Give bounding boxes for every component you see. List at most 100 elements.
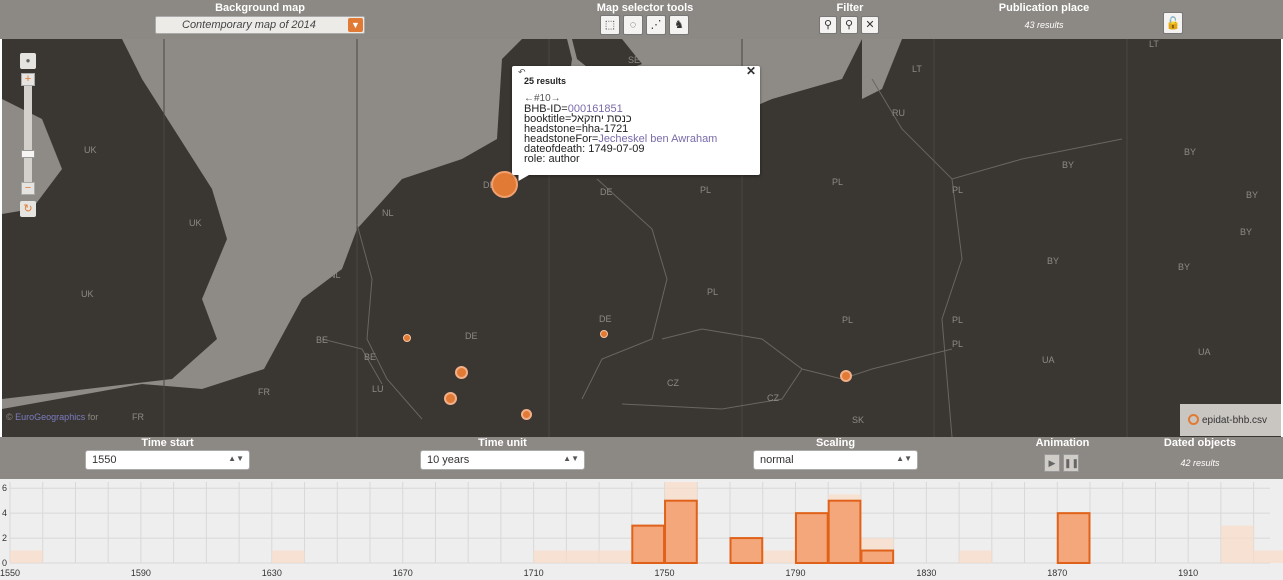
- country-label: BY: [1178, 262, 1191, 272]
- zoom-out-button[interactable]: −: [21, 182, 35, 195]
- timeline-chart[interactable]: 0 2 4 6 1550 1590 1630 1670 1710 1750 1790 1830 1870…: [0, 479, 1283, 580]
- filter-zoom-inverse-button[interactable]: ⚲: [840, 16, 858, 34]
- background-bar[interactable]: [533, 550, 567, 563]
- country-label: NL: [342, 219, 354, 229]
- histogram-bar[interactable]: [729, 537, 764, 564]
- time-start-value: 1550: [92, 454, 117, 466]
- popup-result-count: 25 results: [524, 76, 567, 86]
- rectangle-select-icon: ⬚: [604, 19, 616, 31]
- background-bar[interactable]: [762, 550, 796, 563]
- background-bar[interactable]: [599, 550, 632, 563]
- back-icon[interactable]: ↶: [518, 67, 526, 77]
- x-tick-label: 1550: [0, 568, 20, 578]
- zoom-home-button[interactable]: ●: [20, 53, 36, 69]
- map-marker[interactable]: [403, 334, 411, 342]
- pause-icon: ❚❚: [1064, 458, 1080, 468]
- layer-legend[interactable]: epidat-bhb.csv: [1180, 404, 1281, 436]
- country-label: SK: [852, 415, 865, 425]
- zoom-slider-handle[interactable]: [21, 150, 35, 158]
- time-unit-title: Time unit: [478, 437, 527, 449]
- circle-icon: [1188, 414, 1199, 425]
- country-select-icon: ♞: [674, 19, 684, 31]
- field-value: author: [548, 153, 580, 165]
- country-label: DE: [465, 331, 478, 341]
- x-tick-label: 1910: [1178, 568, 1198, 578]
- map-marker[interactable]: [444, 392, 457, 405]
- map-marker[interactable]: [600, 330, 608, 338]
- country-label: PL: [707, 287, 719, 297]
- x-tick-label: 1590: [131, 568, 151, 578]
- country-label: RU: [892, 108, 905, 118]
- background-bar[interactable]: [1253, 550, 1283, 563]
- histogram-bar[interactable]: [631, 524, 666, 564]
- country-label: FR: [258, 387, 270, 397]
- country-label: UA: [1198, 347, 1211, 357]
- map-marker[interactable]: [840, 370, 852, 382]
- time-unit-value: 10 years: [427, 454, 470, 466]
- plus-icon: +: [24, 73, 32, 85]
- lock-icon: 🔓: [1165, 16, 1181, 30]
- time-start-select[interactable]: 1550 ▲▼: [85, 450, 250, 470]
- country-label: UK: [81, 289, 94, 299]
- circle-select-button[interactable]: ◌: [623, 15, 643, 35]
- play-icon: ▶: [1048, 458, 1056, 468]
- map-marker[interactable]: [455, 366, 468, 379]
- timeline-controls: Time start 1550 ▲▼ Time unit 10 years ▲▼ S…: [0, 437, 1283, 479]
- histogram-bar[interactable]: [827, 499, 862, 565]
- map-view[interactable]: UK UK UK NL NL NL BE BE FR FR LU DK SE D…: [2, 39, 1281, 437]
- polygon-select-icon: ⋰: [650, 19, 662, 31]
- x-tick-label: 1670: [393, 568, 413, 578]
- filter-zoom-button[interactable]: ⚲: [819, 16, 837, 34]
- dated-objects-title: Dated objects: [1163, 437, 1237, 449]
- histogram-bar[interactable]: [1056, 512, 1091, 564]
- histogram-bar[interactable]: [794, 512, 829, 564]
- field-key: role:: [524, 153, 549, 165]
- dated-objects-results: 42 results: [1180, 458, 1220, 468]
- histogram-bar[interactable]: [860, 549, 895, 564]
- country-label: BY: [1062, 160, 1075, 170]
- play-button[interactable]: ▶: [1044, 454, 1060, 472]
- background-bar[interactable]: [959, 550, 992, 563]
- country-label: NL: [382, 208, 394, 218]
- zoom-in-button[interactable]: +: [21, 73, 35, 86]
- scaling-select[interactable]: normal ▲▼: [753, 450, 918, 470]
- pause-button[interactable]: ❚❚: [1063, 454, 1079, 472]
- zoom-reset-button[interactable]: ↻: [20, 201, 36, 217]
- magnifier-icon: ⚲: [823, 19, 833, 31]
- polygon-select-button[interactable]: ⋰: [646, 15, 666, 35]
- close-icon[interactable]: ✕: [746, 65, 756, 77]
- lock-button[interactable]: 🔓: [1163, 12, 1183, 34]
- background-bar[interactable]: [271, 550, 305, 563]
- x-tick-label: 1790: [785, 568, 805, 578]
- country-label: LT: [1149, 39, 1159, 49]
- timeline-plot[interactable]: 0 2 4 6 1550 1590 1630 1670 1710 1750 1790 1830 1870…: [0, 479, 1283, 580]
- x-tick-label: 1630: [262, 568, 282, 578]
- country-label: BY: [1184, 147, 1197, 157]
- x-tick-label: 1710: [524, 568, 544, 578]
- top-toolbar: Background map Contemporary map of 2014 …: [0, 0, 1283, 39]
- background-bar[interactable]: [1220, 525, 1254, 563]
- x-tick-label: 1870: [1047, 568, 1067, 578]
- attribution-suffix: for: [85, 412, 99, 422]
- background-bar[interactable]: [10, 550, 43, 563]
- time-unit-select[interactable]: 10 years ▲▼: [420, 450, 585, 470]
- map-marker[interactable]: [521, 409, 532, 420]
- country-select-button[interactable]: ♞: [669, 15, 689, 35]
- country-label: DE: [600, 187, 613, 197]
- background-bar[interactable]: [566, 550, 600, 563]
- dot-icon: ●: [25, 56, 31, 65]
- country-label: DE: [599, 314, 612, 324]
- background-map-value: Contemporary map of 2014: [182, 19, 316, 31]
- background-map-select[interactable]: Contemporary map of 2014 ▼: [155, 16, 365, 34]
- y-tick-label: 4: [2, 508, 7, 518]
- filter-title: Filter: [836, 2, 864, 14]
- histogram-bar[interactable]: [664, 499, 698, 565]
- country-label: CZ: [667, 378, 679, 388]
- zoom-slider[interactable]: [21, 86, 35, 182]
- rectangle-select-button[interactable]: ⬚: [600, 15, 620, 35]
- country-label: PL: [952, 185, 964, 195]
- filter-clear-button[interactable]: ✕: [861, 16, 879, 34]
- attribution-link[interactable]: EuroGeographics: [15, 412, 85, 422]
- chevron-down-icon[interactable]: ▼: [348, 18, 363, 32]
- app-window: Background map Contemporary map of 2014 …: [0, 0, 1283, 580]
